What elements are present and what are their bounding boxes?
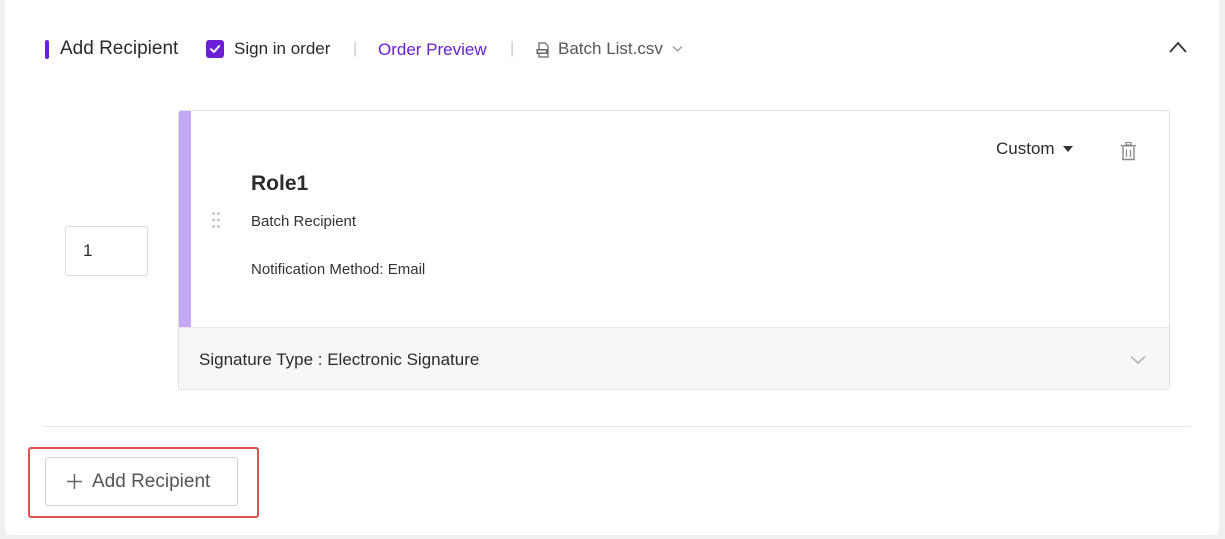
role-name: Role1 (251, 172, 309, 195)
section-header: Add Recipient Sign in order | Order Prev… (5, 0, 1219, 100)
drag-handle-icon[interactable] (211, 211, 221, 229)
chevron-up-icon[interactable] (1168, 40, 1188, 54)
section-divider (44, 426, 1191, 427)
section-title: Add Recipient (60, 38, 179, 59)
section-accent-bar (45, 40, 49, 59)
notification-method: Notification Method: Email (251, 261, 426, 278)
recipient-type: Batch Recipient (251, 213, 357, 230)
add-recipient-button[interactable]: Add Recipient (45, 457, 238, 506)
permission-dropdown[interactable]: Custom (996, 139, 1073, 159)
csv-file-icon (536, 42, 549, 58)
chevron-down-icon[interactable] (672, 45, 683, 53)
recipient-color-stripe (179, 111, 191, 327)
recipient-order-input[interactable]: 1 (65, 226, 148, 276)
plus-icon (67, 474, 82, 489)
signature-type-label: Signature Type : Electronic Signature (199, 350, 480, 369)
sign-in-order-label[interactable]: Sign in order (234, 39, 330, 59)
signature-type-row[interactable]: Signature Type : Electronic Signature (179, 327, 1169, 389)
chevron-down-icon[interactable] (1130, 355, 1146, 365)
add-recipient-button-label: Add Recipient (92, 470, 211, 492)
permission-dropdown-label: Custom (996, 139, 1055, 158)
checkbox-checked-icon (210, 45, 221, 53)
header-separator: | (510, 40, 515, 57)
batch-file-dropdown[interactable]: Batch List.csv (558, 39, 663, 59)
recipient-card: Role1 Batch Recipient Notification Metho… (178, 110, 1170, 390)
order-preview-link[interactable]: Order Preview (378, 40, 487, 60)
header-separator: | (353, 40, 358, 57)
caret-down-icon (1062, 146, 1073, 152)
trash-icon[interactable] (1120, 142, 1137, 161)
recipient-panel: Add Recipient Sign in order | Order Prev… (5, 0, 1219, 535)
sign-in-order-checkbox[interactable] (206, 40, 224, 58)
